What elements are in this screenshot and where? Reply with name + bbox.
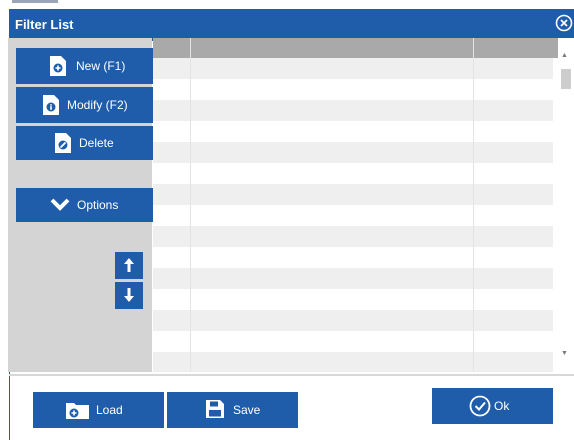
load-button-label: Load: [96, 403, 123, 417]
modify-document-icon: [42, 94, 60, 119]
table-row[interactable]: [153, 247, 553, 268]
table-row[interactable]: [153, 163, 553, 184]
new-document-icon: [49, 55, 67, 80]
move-up-button[interactable]: [115, 252, 143, 279]
column-divider: [190, 38, 191, 372]
floppy-disk-icon: [205, 399, 225, 422]
move-down-button[interactable]: [115, 282, 143, 309]
delete-document-icon: [54, 132, 72, 157]
vertical-scrollbar[interactable]: ▲ ▼: [558, 38, 574, 372]
background-fragment: [12, 0, 58, 3]
load-button[interactable]: Load: [33, 392, 164, 428]
new-button-label: New (F1): [76, 59, 126, 73]
table-row[interactable]: [153, 142, 553, 163]
title-bar[interactable]: Filter List: [10, 9, 574, 41]
scroll-thumb[interactable]: [561, 69, 571, 89]
modify-button[interactable]: Modify (F2): [16, 87, 153, 123]
table-row[interactable]: [153, 58, 553, 79]
delete-button-label: Delete: [79, 136, 114, 150]
arrow-down-icon: [123, 287, 135, 306]
chevron-down-icon: [50, 198, 70, 215]
table-row[interactable]: [153, 331, 553, 352]
ok-button[interactable]: Ok: [432, 388, 553, 424]
new-button[interactable]: New (F1): [16, 48, 153, 84]
footer-divider: [9, 374, 574, 376]
options-button[interactable]: Options: [16, 188, 153, 222]
modify-button-label: Modify (F2): [67, 98, 128, 112]
table-row[interactable]: [153, 79, 553, 100]
table-row[interactable]: [153, 310, 553, 331]
dialog-title: Filter List: [15, 17, 74, 32]
table-row[interactable]: [153, 205, 553, 226]
ok-button-label: Ok: [494, 399, 510, 413]
table-row[interactable]: [153, 352, 553, 372]
scroll-up-icon[interactable]: ▲: [561, 52, 571, 60]
filter-grid[interactable]: [153, 38, 566, 372]
scroll-down-icon[interactable]: ▼: [561, 350, 571, 358]
table-row[interactable]: [153, 268, 553, 289]
options-button-label: Options: [77, 198, 119, 212]
folder-open-icon: [65, 399, 91, 424]
save-button[interactable]: Save: [167, 392, 298, 428]
table-row[interactable]: [153, 184, 553, 205]
background-strip: [0, 0, 574, 9]
table-row[interactable]: [153, 121, 553, 142]
table-row[interactable]: [153, 289, 553, 310]
table-row[interactable]: [153, 100, 553, 121]
delete-button[interactable]: Delete: [16, 126, 153, 160]
table-row[interactable]: [153, 226, 553, 247]
save-button-label: Save: [233, 403, 261, 417]
close-icon[interactable]: [555, 14, 573, 32]
column-divider: [473, 38, 474, 372]
arrow-up-icon: [123, 257, 135, 276]
check-circle-icon: [469, 395, 491, 420]
grid-header: [153, 38, 566, 58]
